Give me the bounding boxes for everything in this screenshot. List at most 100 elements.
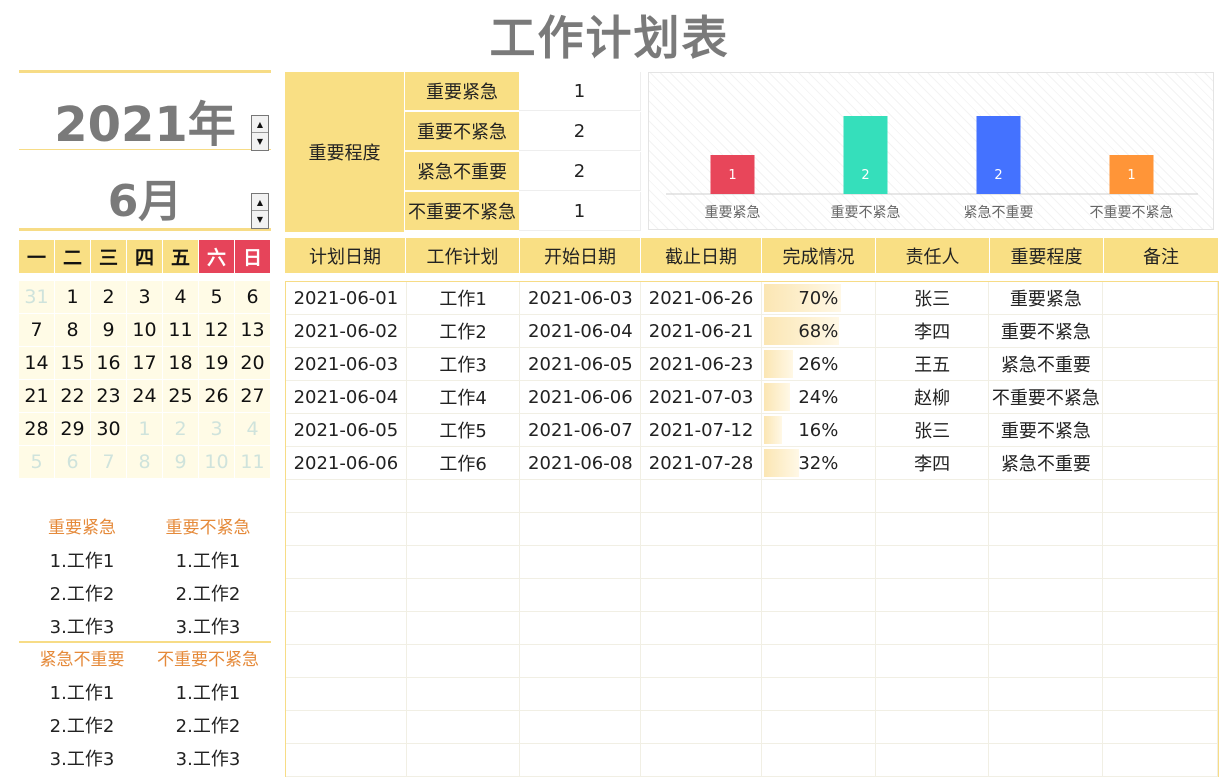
table-cell-start[interactable] <box>520 546 642 578</box>
column-header[interactable]: 责任人 <box>876 238 990 273</box>
table-cell-end[interactable] <box>641 711 762 743</box>
calendar-day[interactable]: 22 <box>55 380 91 413</box>
table-cell-start[interactable] <box>520 678 642 710</box>
table-cell-plan-date[interactable] <box>286 744 407 776</box>
table-cell-owner[interactable]: 王五 <box>876 348 990 380</box>
table-cell-note[interactable] <box>1103 282 1218 314</box>
importance-count[interactable]: 2 <box>519 112 641 151</box>
calendar-day[interactable]: 4 <box>163 281 199 314</box>
calendar-day[interactable]: 23 <box>91 380 127 413</box>
table-cell-plan-date[interactable] <box>286 513 407 545</box>
table-cell-task[interactable] <box>407 744 521 776</box>
table-cell-start[interactable] <box>520 744 642 776</box>
year-spinner[interactable]: ▲ ▼ <box>251 115 269 151</box>
calendar-day[interactable]: 3 <box>199 413 235 446</box>
table-cell-owner[interactable] <box>876 711 990 743</box>
calendar-day[interactable]: 1 <box>127 413 163 446</box>
calendar-day[interactable]: 5 <box>199 281 235 314</box>
table-cell-progress[interactable] <box>762 645 876 677</box>
table-cell-start[interactable] <box>520 612 642 644</box>
table-cell-priority[interactable]: 不重要不紧急 <box>989 381 1104 413</box>
calendar-day[interactable]: 20 <box>235 347 271 380</box>
table-cell-priority[interactable]: 紧急不重要 <box>989 447 1104 479</box>
table-cell-end[interactable] <box>641 546 762 578</box>
table-cell-owner[interactable] <box>876 744 990 776</box>
table-cell-plan-date[interactable]: 2021-06-02 <box>286 315 407 347</box>
month-down-button[interactable]: ▼ <box>252 211 268 228</box>
table-cell-end[interactable] <box>641 645 762 677</box>
calendar-day[interactable]: 12 <box>199 314 235 347</box>
table-cell-note[interactable] <box>1103 546 1218 578</box>
calendar-day[interactable]: 3 <box>127 281 163 314</box>
calendar-day[interactable]: 7 <box>91 446 127 479</box>
calendar-day[interactable]: 26 <box>199 380 235 413</box>
calendar-day[interactable]: 8 <box>55 314 91 347</box>
column-header[interactable]: 计划日期 <box>285 238 406 273</box>
table-cell-start[interactable] <box>520 579 642 611</box>
table-cell-owner[interactable]: 张三 <box>876 414 990 446</box>
table-cell-end[interactable]: 2021-06-23 <box>641 348 762 380</box>
calendar-day[interactable]: 10 <box>127 314 163 347</box>
month-up-button[interactable]: ▲ <box>252 194 268 211</box>
table-cell-priority[interactable]: 重要不紧急 <box>989 414 1104 446</box>
table-cell-note[interactable] <box>1103 645 1218 677</box>
table-cell-end[interactable] <box>641 612 762 644</box>
calendar-day[interactable]: 2 <box>91 281 127 314</box>
calendar-day[interactable]: 11 <box>235 446 271 479</box>
table-cell-progress[interactable] <box>762 744 876 776</box>
calendar-day[interactable]: 6 <box>235 281 271 314</box>
table-cell-progress[interactable]: 24% <box>762 381 876 413</box>
calendar-day[interactable]: 14 <box>19 347 55 380</box>
calendar-day[interactable]: 9 <box>91 314 127 347</box>
calendar-day[interactable]: 15 <box>55 347 91 380</box>
table-cell-start[interactable] <box>520 645 642 677</box>
table-cell-task[interactable]: 工作3 <box>407 348 521 380</box>
table-cell-note[interactable] <box>1103 315 1218 347</box>
table-cell-end[interactable]: 2021-06-21 <box>641 315 762 347</box>
table-cell-task[interactable] <box>407 711 521 743</box>
calendar-day[interactable]: 31 <box>19 281 55 314</box>
table-cell-owner[interactable]: 赵柳 <box>876 381 990 413</box>
calendar-day[interactable]: 17 <box>127 347 163 380</box>
table-cell-plan-date[interactable]: 2021-06-06 <box>286 447 407 479</box>
table-cell-end[interactable] <box>641 513 762 545</box>
table-cell-task[interactable] <box>407 645 521 677</box>
calendar-day[interactable]: 9 <box>163 446 199 479</box>
importance-count[interactable]: 1 <box>519 72 641 111</box>
calendar-day[interactable]: 6 <box>55 446 91 479</box>
table-cell-priority[interactable] <box>989 546 1104 578</box>
importance-count[interactable]: 1 <box>519 192 641 231</box>
calendar-day[interactable]: 27 <box>235 380 271 413</box>
table-cell-progress[interactable] <box>762 612 876 644</box>
table-cell-start[interactable]: 2021-06-06 <box>520 381 642 413</box>
table-cell-task[interactable] <box>407 546 521 578</box>
table-cell-start[interactable]: 2021-06-05 <box>520 348 642 380</box>
table-cell-progress[interactable] <box>762 711 876 743</box>
table-cell-start[interactable] <box>520 711 642 743</box>
calendar-day[interactable]: 13 <box>235 314 271 347</box>
table-cell-end[interactable] <box>641 579 762 611</box>
table-cell-plan-date[interactable] <box>286 579 407 611</box>
table-cell-priority[interactable] <box>989 744 1104 776</box>
table-cell-progress[interactable]: 16% <box>762 414 876 446</box>
table-cell-plan-date[interactable] <box>286 546 407 578</box>
table-cell-task[interactable] <box>407 579 521 611</box>
table-cell-plan-date[interactable] <box>286 480 407 512</box>
table-cell-progress[interactable]: 70% <box>762 282 876 314</box>
table-cell-priority[interactable]: 紧急不重要 <box>989 348 1104 380</box>
calendar-day[interactable]: 19 <box>199 347 235 380</box>
calendar-day[interactable]: 11 <box>163 314 199 347</box>
table-cell-note[interactable] <box>1103 381 1218 413</box>
table-cell-note[interactable] <box>1103 612 1218 644</box>
table-cell-start[interactable]: 2021-06-04 <box>520 315 642 347</box>
table-cell-task[interactable]: 工作4 <box>407 381 521 413</box>
table-cell-progress[interactable]: 26% <box>762 348 876 380</box>
table-cell-note[interactable] <box>1103 480 1218 512</box>
calendar-day[interactable]: 25 <box>163 380 199 413</box>
table-cell-owner[interactable] <box>876 546 990 578</box>
year-up-button[interactable]: ▲ <box>252 116 268 133</box>
table-cell-progress[interactable] <box>762 513 876 545</box>
table-cell-progress[interactable] <box>762 579 876 611</box>
table-cell-end[interactable] <box>641 678 762 710</box>
importance-bar-chart[interactable]: 1 重要紧急 2 重要不紧急 2 紧急不重要 1 不重要不紧急 <box>648 72 1214 230</box>
